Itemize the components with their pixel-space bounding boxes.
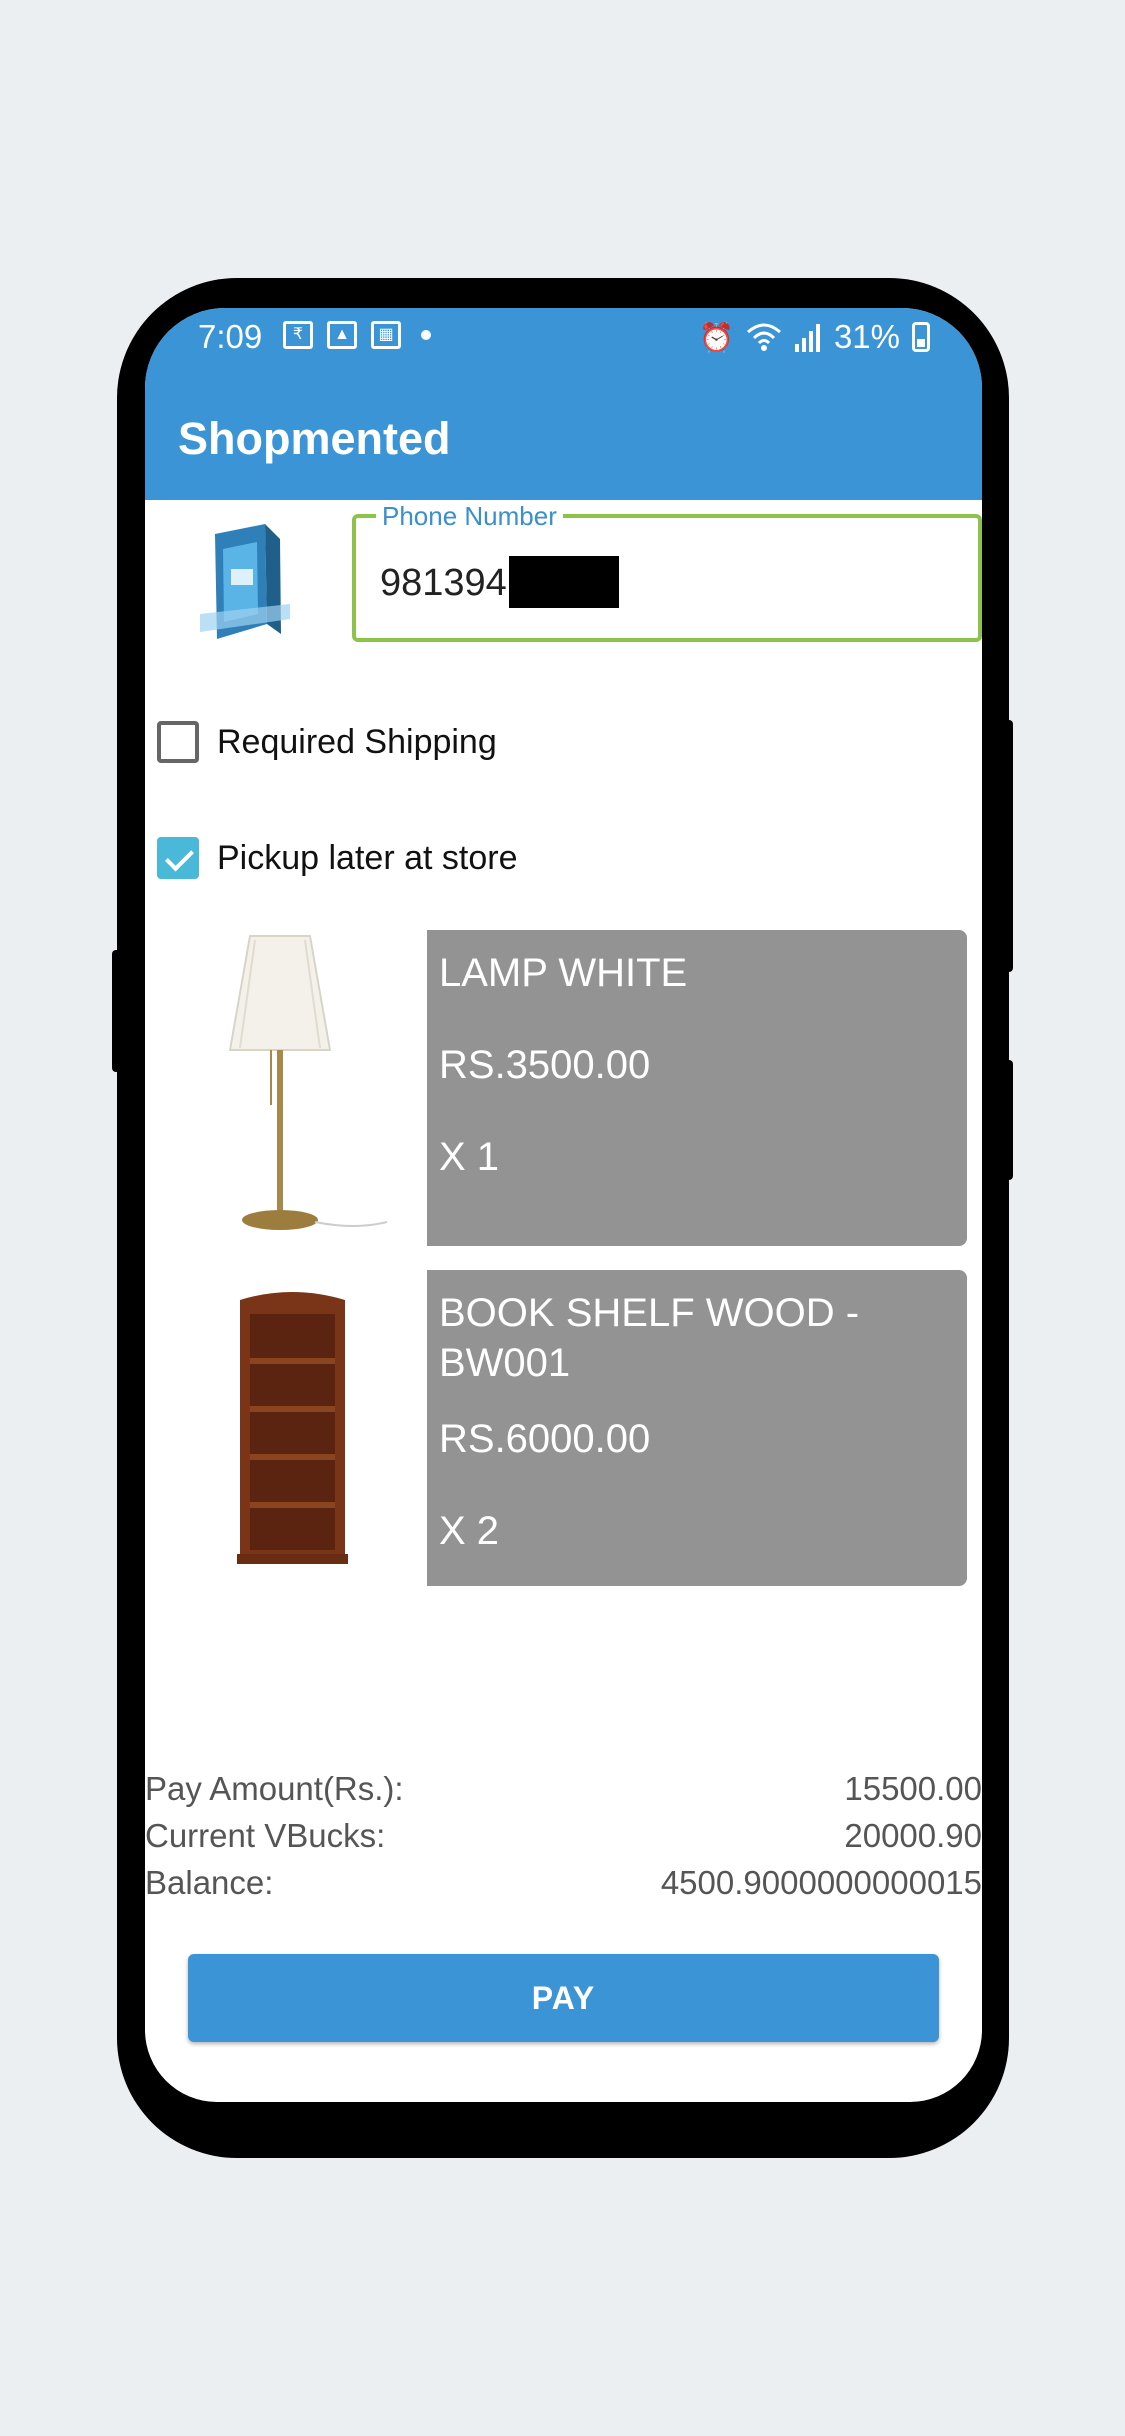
phone-side-button xyxy=(1005,1060,1013,1180)
status-bar: 7:09 ₹ ▲ ▦ ⏰ 31% xyxy=(145,308,982,368)
status-time: 7:09 xyxy=(198,318,263,355)
battery-icon xyxy=(912,322,930,352)
lamp-image xyxy=(155,930,427,1246)
product-name: LAMP WHITE xyxy=(439,951,688,995)
required-shipping-label: Required Shipping xyxy=(217,722,497,761)
battery-percent: 31% xyxy=(833,318,900,355)
redaction-block xyxy=(509,556,619,608)
vbucks-value: 20000.90 xyxy=(844,1817,982,1854)
status-system-icons: ⏰ 31% xyxy=(699,318,930,356)
qr-icon: ▦ xyxy=(371,321,401,349)
signal-icon xyxy=(794,324,820,352)
app-title: Shopmented xyxy=(178,413,451,464)
required-shipping-row[interactable]: Required Shipping xyxy=(157,721,497,763)
pay-amount-row: Pay Amount(Rs.): 15500.00 xyxy=(145,1770,982,1817)
pickup-later-row[interactable]: Pickup later at store xyxy=(157,837,517,879)
product-name: BOOK SHELF WOOD - BW001 xyxy=(439,1291,860,1385)
screen: 7:09 ₹ ▲ ▦ ⏰ 31% Shopmented Phone Number… xyxy=(145,308,982,2102)
payment-summary: Pay Amount(Rs.): 15500.00 Current VBucks… xyxy=(145,1770,982,1911)
rupee-icon: ₹ xyxy=(283,321,313,349)
status-notification-icons: ₹ ▲ ▦ xyxy=(283,321,431,349)
product-info: BOOK SHELF WOOD - BW001 RS.6000.00 X 2 xyxy=(427,1270,967,1586)
product-quantity: X 2 xyxy=(439,1509,500,1553)
product-card[interactable]: LAMP WHITE RS.3500.00 X 1 xyxy=(155,930,975,1246)
wifi-icon xyxy=(746,323,781,351)
balance-label: Balance: xyxy=(145,1864,274,1901)
phone-number-input[interactable]: 981394 xyxy=(380,562,507,605)
app-bar: Shopmented xyxy=(145,368,982,500)
balance-value: 4500.9000000000015 xyxy=(660,1864,982,1901)
product-price: RS.3500.00 xyxy=(439,1043,651,1087)
phone-side-button xyxy=(112,950,120,1072)
vbucks-label: Current VBucks: xyxy=(145,1817,386,1854)
product-quantity: X 1 xyxy=(439,1135,500,1179)
shop-logo-icon xyxy=(200,524,290,639)
balance-row: Balance: 4500.9000000000015 xyxy=(145,1864,982,1911)
pickup-later-label: Pickup later at store xyxy=(217,838,518,877)
pay-amount-value: 15500.00 xyxy=(844,1770,982,1807)
bookshelf-image xyxy=(155,1270,427,1586)
phone-number-label: Phone Number xyxy=(376,501,563,532)
dot-icon xyxy=(421,330,431,340)
image-icon: ▲ xyxy=(327,321,357,349)
product-price: RS.6000.00 xyxy=(439,1417,651,1461)
product-info: LAMP WHITE RS.3500.00 X 1 xyxy=(427,930,967,1246)
phone-number-field[interactable]: Phone Number 981394 xyxy=(352,501,982,642)
phone-side-button xyxy=(1005,720,1013,972)
alarm-icon: ⏰ xyxy=(699,321,734,353)
pickup-later-checkbox[interactable] xyxy=(157,837,199,879)
pay-amount-label: Pay Amount(Rs.): xyxy=(145,1770,404,1807)
product-card[interactable]: BOOK SHELF WOOD - BW001 RS.6000.00 X 2 xyxy=(155,1270,975,1586)
pay-button[interactable]: PAY xyxy=(188,1954,939,2042)
vbucks-row: Current VBucks: 20000.90 xyxy=(145,1817,982,1864)
required-shipping-checkbox[interactable] xyxy=(157,721,199,763)
